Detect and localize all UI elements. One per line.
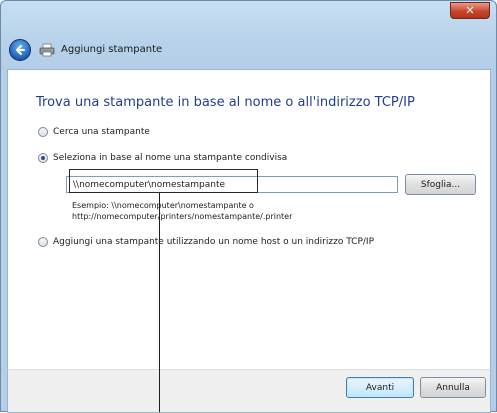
back-button[interactable] [9, 39, 31, 61]
page-heading: Trova una stampante in base al nome o al… [36, 95, 415, 110]
close-icon: ✕ [465, 4, 475, 17]
example-text: Esempio: \\nomecomputer\nomestampante o … [72, 200, 292, 222]
option-select-shared-printer-label: Seleziona in base al nome una stampante … [53, 153, 288, 163]
cancel-button[interactable]: Annulla [420, 377, 486, 398]
close-button[interactable]: ✕ [450, 2, 490, 19]
option-tcp-ip[interactable]: Aggiungi una stampante utilizzando un no… [38, 237, 374, 247]
add-printer-window: ✕ Aggiungi stampante Trova una stampante… [0, 0, 497, 413]
option-select-shared-printer[interactable]: Seleziona in base al nome una stampante … [38, 153, 287, 163]
option-search-printer[interactable]: Cerca una stampante [38, 127, 150, 137]
example-line-1: Esempio: \\nomecomputer\nomestampante o [72, 201, 254, 210]
printer-icon [39, 43, 55, 57]
radio-tcp-ip[interactable] [38, 237, 48, 247]
button-bar [7, 369, 491, 413]
browse-button[interactable]: Sfoglia... [405, 174, 476, 195]
radio-search-printer[interactable] [38, 127, 48, 137]
option-tcp-ip-label: Aggiungi una stampante utilizzando un no… [53, 237, 374, 247]
next-button[interactable]: Avanti [346, 377, 414, 398]
example-line-2: http://nomecomputer/printers/nomestampan… [72, 212, 293, 221]
shared-printer-path-input[interactable]: \\nomecomputer\nomestampante [66, 176, 398, 193]
radio-select-shared-printer[interactable] [38, 153, 48, 163]
window-title: Aggiungi stampante [61, 44, 163, 55]
back-arrow-icon [16, 45, 25, 55]
option-search-printer-label: Cerca una stampante [53, 127, 150, 137]
